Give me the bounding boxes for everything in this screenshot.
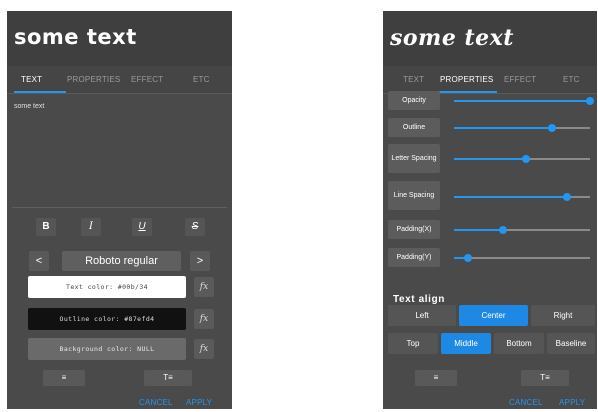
list-icon[interactable]: ≡ bbox=[43, 370, 85, 386]
text-input-content[interactable]: some text bbox=[14, 103, 44, 110]
slider-fill bbox=[454, 196, 567, 198]
align-bottom-button[interactable]: Bottom bbox=[494, 333, 544, 354]
next-font-button[interactable]: > bbox=[190, 251, 210, 271]
padding-y-slider[interactable] bbox=[454, 254, 590, 262]
cancel-button[interactable]: CANCEL bbox=[139, 398, 173, 407]
padding-y-label: Padding(Y) bbox=[388, 248, 440, 267]
slider-thumb[interactable] bbox=[498, 226, 507, 234]
list-icon[interactable]: ≡ bbox=[415, 370, 457, 386]
divider bbox=[12, 207, 227, 208]
strikethrough-button[interactable]: S bbox=[185, 218, 205, 236]
align-baseline-button[interactable]: Baseline bbox=[547, 333, 595, 354]
text-preview-area: some text bbox=[7, 11, 232, 66]
text-format-icon[interactable]: T≡ bbox=[144, 370, 192, 386]
apply-button[interactable]: APPLY bbox=[186, 398, 212, 407]
letter-spacing-label: Letter Spacing bbox=[388, 144, 440, 173]
tab-bar: TEXT PROPERTIES EFFECT ETC bbox=[383, 66, 597, 94]
slider-thumb[interactable] bbox=[463, 254, 472, 262]
tab-effect[interactable]: EFFECT bbox=[131, 75, 163, 84]
text-color-button[interactable]: Text color: #00b/34 bbox=[28, 276, 186, 298]
align-left-button[interactable]: Left bbox=[388, 305, 456, 326]
apply-button[interactable]: APPLY bbox=[559, 398, 585, 407]
font-name[interactable]: Roboto regular bbox=[62, 251, 181, 271]
text-preview-area: some text bbox=[383, 11, 597, 66]
align-top-button[interactable]: Top bbox=[388, 333, 438, 354]
text-editor-panel-text-tab: some text TEXT PROPERTIES EFFECT ETC som… bbox=[7, 11, 232, 409]
slider-fill bbox=[454, 127, 552, 129]
outline-slider[interactable] bbox=[454, 124, 590, 132]
line-spacing-label: Line Spacing bbox=[388, 181, 440, 210]
background-color-fx-button[interactable]: fx bbox=[194, 339, 214, 359]
previous-font-button[interactable]: < bbox=[29, 251, 49, 271]
slider-fill bbox=[454, 229, 503, 231]
tab-text[interactable]: TEXT bbox=[403, 75, 424, 84]
text-align-title: Text align bbox=[393, 294, 445, 305]
line-spacing-slider[interactable] bbox=[454, 193, 590, 201]
tab-effect[interactable]: EFFECT bbox=[504, 75, 536, 84]
tab-properties[interactable]: PROPERTIES bbox=[440, 75, 493, 84]
slider-thumb[interactable] bbox=[522, 155, 531, 163]
background-color-button[interactable]: Background color: NULL bbox=[28, 338, 186, 360]
active-tab-indicator bbox=[14, 91, 66, 93]
tab-etc[interactable]: ETC bbox=[193, 75, 210, 84]
bold-button[interactable]: B bbox=[36, 218, 56, 236]
tab-text[interactable]: TEXT bbox=[21, 75, 42, 84]
tab-bar: TEXT PROPERTIES EFFECT ETC bbox=[7, 66, 232, 94]
text-editor-panel-properties-tab: some text TEXT PROPERTIES EFFECT ETC Opa… bbox=[383, 11, 597, 409]
tab-etc[interactable]: ETC bbox=[563, 75, 580, 84]
align-right-button[interactable]: Right bbox=[531, 305, 595, 326]
slider-thumb[interactable] bbox=[586, 97, 594, 105]
outline-label: Outline bbox=[388, 118, 440, 137]
opacity-slider[interactable] bbox=[454, 97, 594, 105]
text-format-icon[interactable]: T≡ bbox=[521, 370, 569, 386]
active-tab-indicator bbox=[437, 91, 497, 93]
preview-text: some text bbox=[14, 25, 137, 49]
slider-thumb[interactable] bbox=[562, 193, 571, 201]
tab-properties[interactable]: PROPERTIES bbox=[67, 75, 120, 84]
align-center-button[interactable]: Center bbox=[459, 305, 528, 326]
letter-spacing-slider[interactable] bbox=[454, 155, 590, 163]
padding-x-label: Padding(X) bbox=[388, 220, 440, 239]
slider-fill bbox=[454, 100, 590, 102]
text-color-fx-button[interactable]: fx bbox=[194, 277, 214, 297]
underline-button[interactable]: U bbox=[132, 218, 152, 236]
slider-fill bbox=[454, 158, 527, 160]
outline-color-button[interactable]: Outline color: #87efd4 bbox=[28, 308, 186, 330]
slider-thumb[interactable] bbox=[547, 124, 556, 132]
cancel-button[interactable]: CANCEL bbox=[509, 398, 543, 407]
outline-color-fx-button[interactable]: fx bbox=[194, 309, 214, 329]
padding-x-slider[interactable] bbox=[454, 226, 590, 234]
align-middle-button[interactable]: Middle bbox=[441, 333, 491, 354]
italic-button[interactable]: I bbox=[81, 218, 101, 236]
opacity-label: Opacity bbox=[388, 91, 440, 110]
preview-text: some text bbox=[390, 25, 514, 51]
